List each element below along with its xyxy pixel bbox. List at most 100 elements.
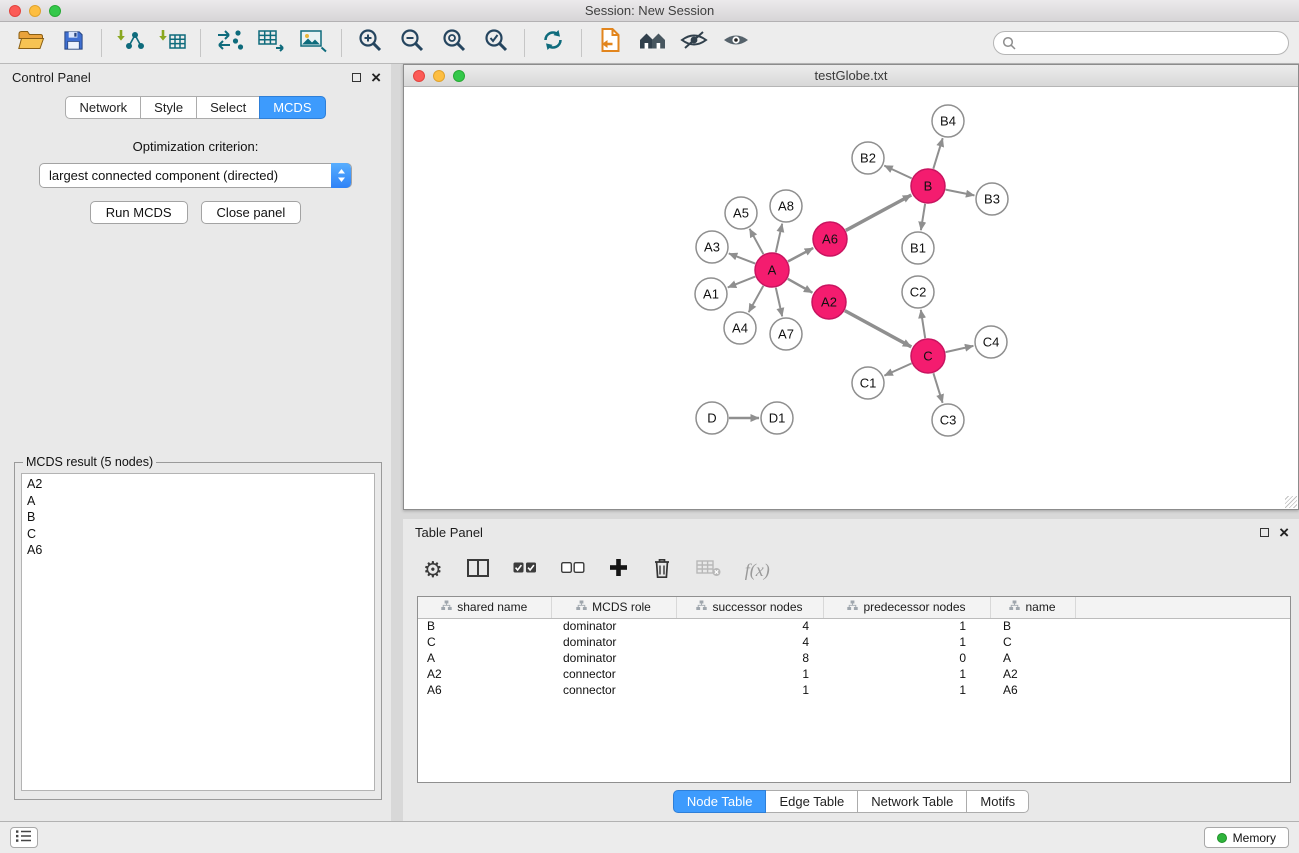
node-A2[interactable]: A2: [812, 285, 846, 319]
delete-column-button[interactable]: [652, 557, 672, 584]
node-A6[interactable]: A6: [813, 222, 847, 256]
table-tab-node-table[interactable]: Node Table: [673, 790, 767, 813]
close-panel-button[interactable]: Close panel: [201, 201, 302, 224]
import-table-button[interactable]: [151, 26, 193, 60]
export-image-button[interactable]: [292, 26, 334, 60]
deselect-all-columns-button[interactable]: [561, 561, 585, 579]
column-header-shared-name[interactable]: shared name: [418, 597, 551, 618]
node-B2[interactable]: B2: [852, 142, 884, 174]
node-B4[interactable]: B4: [932, 105, 964, 137]
edge-B-B1[interactable]: [921, 204, 925, 230]
edge-A-A2[interactable]: [788, 279, 813, 293]
overview-button[interactable]: [631, 26, 673, 60]
tab-network[interactable]: Network: [65, 96, 141, 119]
task-history-button[interactable]: [10, 827, 38, 848]
table-settings-button[interactable]: ⚙: [423, 559, 443, 581]
float-panel-icon[interactable]: [352, 73, 361, 82]
node-D[interactable]: D: [696, 402, 728, 434]
edge-B-B2[interactable]: [884, 166, 911, 179]
network-graph[interactable]: B4 B2 B3 A5 A8 B1 A3 C2 A1A4 A7 C4 C1 C3 D D1 A A6 A2 B C: [404, 87, 1298, 509]
memory-button[interactable]: Memory: [1204, 827, 1289, 848]
node-C[interactable]: C: [911, 339, 945, 373]
edge-A-A8[interactable]: [776, 224, 782, 253]
show-columns-button[interactable]: [467, 559, 489, 582]
edge-B-B3[interactable]: [946, 190, 975, 196]
column-header-MCDS-role[interactable]: MCDS role: [551, 597, 676, 618]
table-row[interactable]: Adominator80A: [418, 650, 1290, 666]
node-A3[interactable]: A3: [696, 231, 728, 263]
edge-C-C4[interactable]: [946, 346, 974, 352]
node-B3[interactable]: B3: [976, 183, 1008, 215]
tab-mcds[interactable]: MCDS: [259, 96, 325, 119]
tab-style[interactable]: Style: [140, 96, 197, 119]
node-C3[interactable]: C3: [932, 404, 964, 436]
show-details-button[interactable]: [715, 26, 757, 60]
mcds-result-item[interactable]: A2: [27, 476, 369, 493]
node-C1[interactable]: C1: [852, 367, 884, 399]
table-row[interactable]: A2connector11A2: [418, 666, 1290, 682]
edge-A-A6[interactable]: [788, 248, 813, 262]
node-B[interactable]: B: [911, 169, 945, 203]
float-table-panel-icon[interactable]: [1260, 528, 1269, 537]
network-window-titlebar[interactable]: testGlobe.txt: [404, 65, 1298, 87]
select-all-columns-button[interactable]: [513, 561, 537, 579]
column-header-successor-nodes[interactable]: successor nodes: [676, 597, 823, 618]
zoom-fit-button[interactable]: [433, 26, 475, 60]
table-row[interactable]: Cdominator41C: [418, 634, 1290, 650]
close-panel-icon[interactable]: ×: [371, 73, 381, 83]
node-A8[interactable]: A8: [770, 190, 802, 222]
table-tab-edge-table[interactable]: Edge Table: [765, 790, 858, 813]
fullscreen-window-button[interactable]: [49, 5, 61, 17]
node-A5[interactable]: A5: [725, 197, 757, 229]
node-A1[interactable]: A1: [695, 278, 727, 310]
maximize-network-window-button[interactable]: [453, 70, 465, 82]
node-A[interactable]: A: [755, 253, 789, 287]
zoom-selected-button[interactable]: [475, 26, 517, 60]
edge-A-A5[interactable]: [750, 229, 764, 254]
mcds-result-list[interactable]: A2ABCA6: [21, 473, 375, 791]
edge-C-C3[interactable]: [933, 373, 942, 403]
add-column-button[interactable]: [609, 558, 628, 582]
open-session-button[interactable]: [10, 26, 52, 60]
column-header-name[interactable]: name: [990, 597, 1075, 618]
node-C4[interactable]: C4: [975, 326, 1007, 358]
hide-details-button[interactable]: [673, 26, 715, 60]
edge-A-A7[interactable]: [776, 288, 782, 317]
table-row[interactable]: Bdominator41B: [418, 618, 1290, 634]
edge-A2-C[interactable]: [845, 311, 912, 347]
node-B1[interactable]: B1: [902, 232, 934, 264]
column-header-predecessor-nodes[interactable]: predecessor nodes: [823, 597, 990, 618]
refresh-view-button[interactable]: [532, 26, 574, 60]
node-C2[interactable]: C2: [902, 276, 934, 308]
close-window-button[interactable]: [9, 5, 21, 17]
edge-C-C2[interactable]: [921, 310, 925, 338]
zoom-in-button[interactable]: [349, 26, 391, 60]
mcds-result-item[interactable]: A: [27, 493, 369, 510]
table-row[interactable]: A6connector11A6: [418, 682, 1290, 698]
export-document-button[interactable]: [589, 26, 631, 60]
import-network-button[interactable]: [109, 26, 151, 60]
node-A4[interactable]: A4: [724, 312, 756, 344]
edge-A-A3[interactable]: [729, 253, 755, 263]
mcds-result-item[interactable]: B: [27, 509, 369, 526]
edge-B-B4[interactable]: [933, 138, 942, 169]
resize-grip[interactable]: [1285, 496, 1297, 508]
table-tab-motifs[interactable]: Motifs: [966, 790, 1029, 813]
minimize-network-window-button[interactable]: [433, 70, 445, 82]
edge-C-C1[interactable]: [884, 363, 911, 375]
zoom-out-button[interactable]: [391, 26, 433, 60]
edge-A6-B[interactable]: [846, 195, 912, 230]
minimize-window-button[interactable]: [29, 5, 41, 17]
run-mcds-button[interactable]: Run MCDS: [90, 201, 188, 224]
mcds-result-item[interactable]: A6: [27, 542, 369, 559]
close-table-panel-icon[interactable]: ×: [1279, 528, 1289, 538]
close-network-window-button[interactable]: [413, 70, 425, 82]
new-table-button[interactable]: [250, 26, 292, 60]
tab-select[interactable]: Select: [196, 96, 260, 119]
edge-A-A4[interactable]: [749, 286, 764, 312]
new-network-button[interactable]: [208, 26, 250, 60]
node-A7[interactable]: A7: [770, 318, 802, 350]
node-D1[interactable]: D1: [761, 402, 793, 434]
save-session-button[interactable]: [52, 26, 94, 60]
mcds-result-item[interactable]: C: [27, 526, 369, 543]
